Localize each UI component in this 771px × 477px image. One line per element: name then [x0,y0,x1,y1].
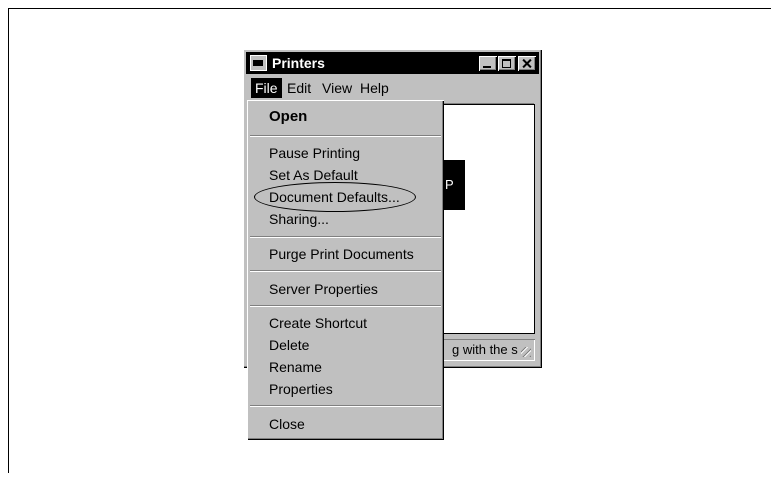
file-menu-dropdown: Open Pause Printing Set As Default Docum… [247,100,444,440]
status-bar: g with the s [442,339,535,361]
menu-file[interactable]: File [251,78,282,98]
menu-item-close[interactable]: Close [269,416,305,432]
printers-client-area[interactable]: P [442,104,535,334]
title-bar[interactable]: Printers [246,52,539,74]
menu-edit[interactable]: Edit [283,78,315,98]
close-icon[interactable] [518,56,536,71]
menu-item-properties[interactable]: Properties [269,381,333,397]
menu-view[interactable]: View [318,78,356,98]
menu-separator [250,305,441,307]
menu-separator [250,236,441,238]
printer-folder-icon[interactable] [250,55,267,71]
menu-item-sharing[interactable]: Sharing... [269,211,329,227]
menu-item-set-as-default[interactable]: Set As Default [269,167,358,183]
resize-grip-icon[interactable] [521,347,531,357]
menu-item-server-properties[interactable]: Server Properties [269,281,378,297]
annotation-ellipse [254,182,416,212]
menu-item-pause-printing[interactable]: Pause Printing [269,145,360,161]
menu-item-rename[interactable]: Rename [269,359,322,375]
menu-item-create-shortcut[interactable]: Create Shortcut [269,315,367,331]
maximize-button[interactable] [498,56,516,71]
menu-item-open[interactable]: Open [269,108,307,125]
printer-label-fragment: P [445,177,454,192]
status-text: g with the s [452,342,518,357]
selected-printer-item[interactable]: P [443,160,465,210]
window-title: Printers [272,55,325,71]
frame-top-border [8,8,771,9]
menu-item-delete[interactable]: Delete [269,337,309,353]
menu-help[interactable]: Help [356,78,393,98]
menu-separator [250,270,441,272]
menu-separator [250,405,441,407]
frame-left-border [8,8,9,473]
menu-separator [250,135,441,137]
menu-bar: File Edit View Help [248,78,537,98]
minimize-button[interactable] [479,56,497,71]
menu-item-purge-print-documents[interactable]: Purge Print Documents [269,246,414,262]
